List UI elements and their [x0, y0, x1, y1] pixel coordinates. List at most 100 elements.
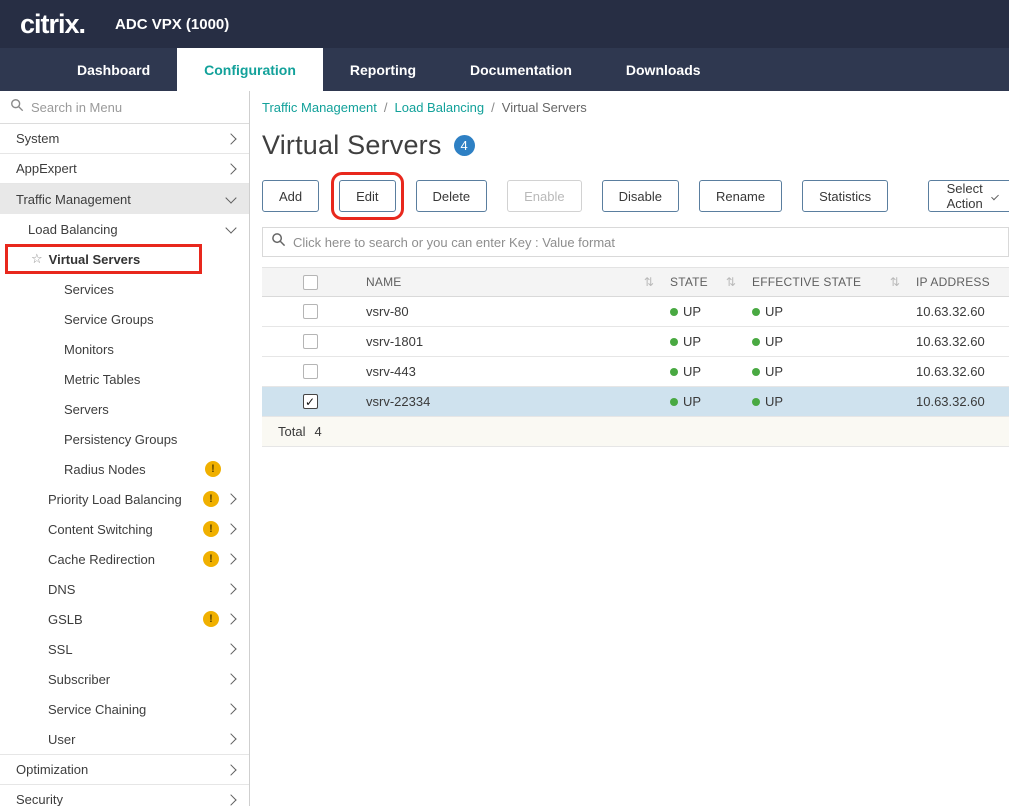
breadcrumb-separator: / [491, 100, 495, 115]
chevron-down-icon [991, 192, 999, 200]
sidebar-item-user[interactable]: User [0, 724, 249, 754]
chevron-right-icon [225, 733, 236, 744]
sidebar-item-label: Radius Nodes [64, 462, 146, 477]
sidebar-item-label: Service Chaining [48, 702, 146, 717]
select-all-checkbox[interactable] [303, 275, 318, 290]
column-header-name[interactable]: NAME ⇅ [358, 275, 662, 289]
breadcrumb-link-load-balancing[interactable]: Load Balancing [395, 100, 485, 115]
sort-icon[interactable]: ⇅ [644, 275, 654, 289]
sidebar-item-radius-nodes[interactable]: Radius Nodes ! [0, 454, 249, 484]
chevron-right-icon [225, 703, 236, 714]
sidebar-item-traffic-management[interactable]: Traffic Management [0, 184, 249, 214]
sort-icon[interactable]: ⇅ [726, 275, 736, 289]
sidebar-item-gslb[interactable]: GSLB ! [0, 604, 249, 634]
sidebar-item-services[interactable]: Services [0, 274, 249, 304]
select-action-dropdown[interactable]: Select Action [928, 180, 1009, 212]
table-row-selected[interactable]: ✓ vsrv-22334 UP UP 10.63.32.60 [262, 387, 1009, 417]
status-up-dot [752, 368, 760, 376]
toolbar: Add Edit Delete Enable Disable Rename St… [262, 180, 1009, 212]
column-header-state[interactable]: STATE ⇅ [662, 275, 744, 289]
sidebar-item-dns[interactable]: DNS [0, 574, 249, 604]
content-area: Traffic Management / Load Balancing / Vi… [250, 91, 1009, 806]
cell-name: vsrv-80 [358, 304, 662, 319]
breadcrumb-link-traffic-management[interactable]: Traffic Management [262, 100, 377, 115]
sidebar-item-security[interactable]: Security [0, 784, 249, 806]
search-icon [271, 232, 286, 252]
cell-name: vsrv-1801 [358, 334, 662, 349]
page-title: Virtual Servers [262, 130, 442, 161]
sidebar-item-label: Content Switching [48, 522, 153, 537]
table-total-row: Total 4 [262, 417, 1009, 447]
chevron-right-icon [225, 643, 236, 654]
sort-icon[interactable]: ⇅ [890, 275, 900, 289]
sidebar-item-ssl[interactable]: SSL [0, 634, 249, 664]
row-checkbox[interactable] [303, 334, 318, 349]
select-action-label: Select Action [945, 181, 984, 211]
status-up-dot [670, 398, 678, 406]
sidebar-item-subscriber[interactable]: Subscriber [0, 664, 249, 694]
warning-icon: ! [203, 521, 219, 537]
table-row[interactable]: vsrv-443 UP UP 10.63.32.60 [262, 357, 1009, 387]
sidebar-item-label: User [48, 732, 75, 747]
disable-button[interactable]: Disable [602, 180, 679, 212]
statistics-button[interactable]: Statistics [802, 180, 888, 212]
table-filter-bar [262, 227, 1009, 257]
sidebar-item-cache-redirection[interactable]: Cache Redirection ! [0, 544, 249, 574]
sidebar-item-optimization[interactable]: Optimization [0, 754, 249, 784]
sidebar-item-system[interactable]: System [0, 124, 249, 154]
status-up-dot [670, 308, 678, 316]
sidebar-item-appexpert[interactable]: AppExpert [0, 154, 249, 184]
rename-button[interactable]: Rename [699, 180, 782, 212]
total-value: 4 [314, 424, 321, 439]
sidebar-item-content-switching[interactable]: Content Switching ! [0, 514, 249, 544]
row-checkbox[interactable] [303, 364, 318, 379]
sidebar-item-service-chaining[interactable]: Service Chaining [0, 694, 249, 724]
sidebar-item-metric-tables[interactable]: Metric Tables [0, 364, 249, 394]
total-label: Total [278, 424, 305, 439]
enable-button[interactable]: Enable [507, 180, 581, 212]
table-row[interactable]: vsrv-80 UP UP 10.63.32.60 [262, 297, 1009, 327]
nav-tab-downloads[interactable]: Downloads [599, 48, 728, 91]
sidebar-item-monitors[interactable]: Monitors [0, 334, 249, 364]
row-checkbox[interactable] [303, 304, 318, 319]
chevron-right-icon [225, 553, 236, 564]
sidebar-item-persistency-groups[interactable]: Persistency Groups [0, 424, 249, 454]
sidebar-item-label: Virtual Servers [49, 252, 141, 267]
chevron-right-icon [225, 583, 236, 594]
table-search-input[interactable] [293, 235, 1000, 250]
edit-button[interactable]: Edit [339, 180, 395, 212]
cell-effective-state: UP [744, 334, 908, 349]
breadcrumb-current: Virtual Servers [502, 100, 587, 115]
nav-tab-dashboard[interactable]: Dashboard [50, 48, 177, 91]
appliance-title: ADC VPX (1000) [115, 16, 229, 33]
nav-tab-documentation[interactable]: Documentation [443, 48, 599, 91]
nav-tab-configuration[interactable]: Configuration [177, 48, 323, 91]
status-up-dot [752, 308, 760, 316]
sidebar-item-label: Optimization [16, 762, 88, 777]
warning-icon: ! [203, 611, 219, 627]
chevron-right-icon [225, 493, 236, 504]
table-row[interactable]: vsrv-1801 UP UP 10.63.32.60 [262, 327, 1009, 357]
cell-effective-state: UP [744, 304, 908, 319]
chevron-right-icon [225, 163, 236, 174]
cell-name: vsrv-443 [358, 364, 662, 379]
add-button[interactable]: Add [262, 180, 319, 212]
sidebar-item-priority-load-balancing[interactable]: Priority Load Balancing ! [0, 484, 249, 514]
sidebar-item-label: Services [64, 282, 114, 297]
sidebar-item-servers[interactable]: Servers [0, 394, 249, 424]
sidebar-search-input[interactable] [31, 100, 239, 115]
warning-icon: ! [205, 461, 221, 477]
nav-tab-reporting[interactable]: Reporting [323, 48, 443, 91]
sidebar-item-load-balancing[interactable]: Load Balancing [0, 214, 249, 244]
chevron-right-icon [225, 133, 236, 144]
column-header-effective-state[interactable]: EFFECTIVE STATE ⇅ [744, 275, 908, 289]
chevron-right-icon [225, 794, 236, 805]
column-header-ip-address[interactable]: IP ADDRESS [908, 275, 1009, 289]
row-checkbox-checked[interactable]: ✓ [303, 394, 318, 409]
sidebar-item-virtual-servers[interactable]: ☆ Virtual Servers [0, 244, 249, 274]
delete-button[interactable]: Delete [416, 180, 488, 212]
chevron-right-icon [225, 523, 236, 534]
chevron-right-icon [225, 673, 236, 684]
sidebar-item-service-groups[interactable]: Service Groups [0, 304, 249, 334]
sidebar-search [0, 91, 249, 124]
